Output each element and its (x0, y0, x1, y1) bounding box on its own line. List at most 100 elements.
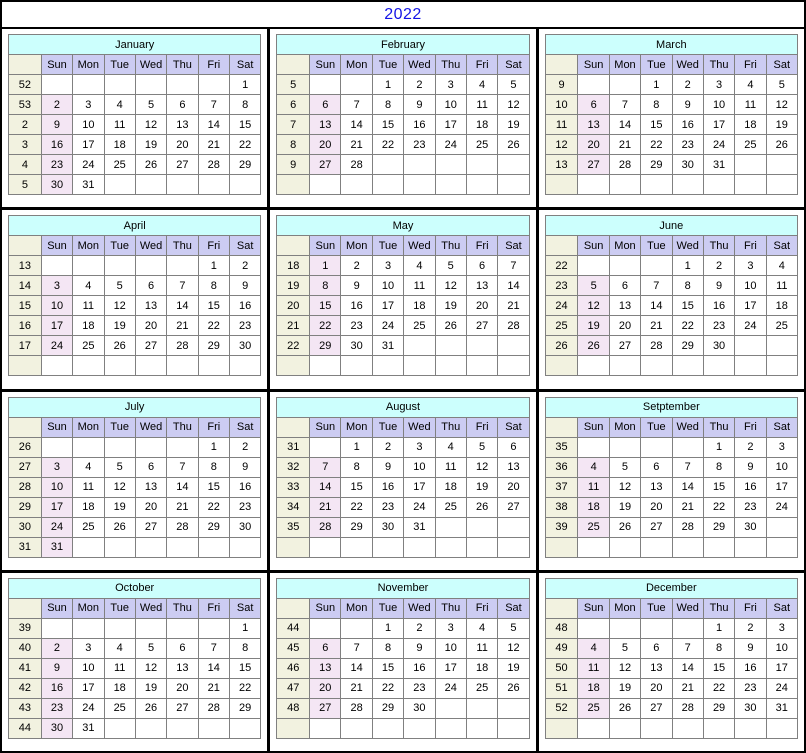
day-cell[interactable]: 18 (72, 496, 105, 518)
day-cell[interactable]: 29 (640, 154, 673, 175)
day-cell[interactable]: 16 (40, 677, 74, 699)
day-cell[interactable]: 8 (228, 637, 262, 659)
day-cell[interactable]: 13 (309, 114, 342, 135)
day-cell[interactable]: 9 (734, 456, 767, 478)
day-cell[interactable]: 10 (72, 114, 105, 135)
day-cell[interactable]: 9 (734, 637, 767, 659)
day-cell[interactable]: 1 (640, 74, 673, 95)
day-cell[interactable]: 19 (497, 114, 530, 135)
day-cell[interactable]: 20 (577, 134, 610, 155)
day-cell[interactable]: 22 (671, 315, 704, 337)
day-cell[interactable]: 5 (134, 637, 168, 659)
day-cell[interactable]: 22 (371, 134, 405, 155)
day-cell[interactable]: 8 (340, 456, 373, 478)
day-cell[interactable]: 16 (702, 295, 736, 317)
day-cell[interactable]: 15 (340, 476, 373, 498)
day-cell[interactable]: 11 (577, 657, 610, 679)
day-cell[interactable]: 13 (497, 456, 530, 478)
day-cell[interactable]: 7 (608, 94, 642, 115)
day-cell[interactable]: 17 (434, 657, 467, 679)
day-cell[interactable]: 19 (577, 315, 610, 337)
day-cell[interactable]: 5 (577, 275, 610, 297)
day-cell[interactable]: 2 (734, 617, 767, 639)
day-cell[interactable]: 23 (403, 134, 436, 155)
day-cell[interactable]: 8 (309, 275, 342, 297)
day-cell[interactable]: 24 (371, 315, 405, 337)
day-cell[interactable]: 16 (403, 114, 436, 135)
day-cell[interactable]: 8 (702, 456, 736, 478)
day-cell[interactable]: 16 (734, 657, 767, 679)
day-cell[interactable]: 28 (497, 315, 530, 337)
day-cell[interactable]: 5 (608, 637, 642, 659)
day-cell[interactable]: 11 (734, 94, 767, 115)
day-cell[interactable]: 13 (166, 657, 199, 679)
day-cell[interactable]: 27 (497, 496, 530, 518)
day-cell[interactable]: 15 (228, 657, 262, 679)
day-cell[interactable]: 14 (340, 657, 373, 679)
day-cell[interactable]: 10 (40, 295, 74, 317)
day-cell[interactable]: 28 (340, 697, 373, 719)
day-cell[interactable]: 12 (497, 637, 530, 659)
day-cell[interactable]: 29 (228, 697, 262, 719)
day-cell[interactable]: 20 (134, 496, 168, 518)
day-cell[interactable]: 28 (340, 154, 373, 175)
day-cell[interactable]: 18 (434, 476, 467, 498)
day-cell[interactable]: 25 (577, 697, 610, 719)
day-cell[interactable]: 21 (197, 134, 230, 155)
day-cell[interactable]: 12 (134, 657, 168, 679)
day-cell[interactable]: 18 (465, 657, 499, 679)
day-cell[interactable]: 25 (465, 677, 499, 699)
day-cell[interactable]: 17 (40, 496, 74, 518)
day-cell[interactable]: 18 (577, 496, 610, 518)
day-cell[interactable]: 26 (608, 697, 642, 719)
day-cell[interactable]: 2 (702, 255, 736, 277)
day-cell[interactable]: 2 (734, 436, 767, 458)
day-cell[interactable]: 26 (497, 134, 530, 155)
day-cell[interactable]: 28 (197, 697, 230, 719)
day-cell[interactable]: 30 (702, 335, 736, 357)
day-cell[interactable]: 9 (340, 275, 373, 297)
day-cell[interactable]: 26 (497, 677, 530, 699)
day-cell[interactable]: 30 (228, 335, 262, 357)
day-cell[interactable]: 13 (640, 657, 673, 679)
day-cell[interactable]: 11 (103, 114, 136, 135)
day-cell[interactable]: 7 (166, 456, 199, 478)
day-cell[interactable]: 14 (309, 476, 342, 498)
day-cell[interactable]: 19 (608, 677, 642, 699)
day-cell[interactable]: 17 (72, 134, 105, 155)
day-cell[interactable]: 14 (608, 114, 642, 135)
day-cell[interactable]: 2 (340, 255, 373, 277)
day-cell[interactable]: 16 (340, 295, 373, 317)
day-cell[interactable]: 23 (734, 677, 767, 699)
day-cell[interactable]: 26 (465, 496, 499, 518)
day-cell[interactable]: 26 (577, 335, 610, 357)
day-cell[interactable]: 13 (608, 295, 642, 317)
day-cell[interactable]: 15 (640, 114, 673, 135)
day-cell[interactable]: 13 (465, 275, 499, 297)
day-cell[interactable]: 10 (434, 637, 467, 659)
day-cell[interactable]: 12 (608, 476, 642, 498)
day-cell[interactable]: 27 (640, 697, 673, 719)
day-cell[interactable]: 31 (40, 536, 74, 558)
day-cell[interactable]: 3 (40, 275, 74, 297)
day-cell[interactable]: 17 (765, 657, 798, 679)
day-cell[interactable]: 31 (765, 697, 798, 719)
day-cell[interactable]: 10 (72, 657, 105, 679)
day-cell[interactable]: 10 (371, 275, 405, 297)
day-cell[interactable]: 27 (309, 154, 342, 175)
day-cell[interactable]: 31 (403, 516, 436, 538)
day-cell[interactable]: 18 (465, 114, 499, 135)
day-cell[interactable]: 11 (465, 94, 499, 115)
day-cell[interactable]: 9 (403, 94, 436, 115)
day-cell[interactable]: 24 (40, 516, 74, 538)
day-cell[interactable]: 12 (103, 476, 136, 498)
day-cell[interactable]: 6 (166, 637, 199, 659)
day-cell[interactable]: 2 (403, 74, 436, 95)
day-cell[interactable]: 7 (197, 94, 230, 115)
day-cell[interactable]: 17 (734, 295, 767, 317)
day-cell[interactable]: 23 (228, 315, 262, 337)
day-cell[interactable]: 6 (465, 255, 499, 277)
day-cell[interactable]: 11 (403, 275, 436, 297)
day-cell[interactable]: 19 (497, 657, 530, 679)
day-cell[interactable]: 13 (134, 295, 168, 317)
